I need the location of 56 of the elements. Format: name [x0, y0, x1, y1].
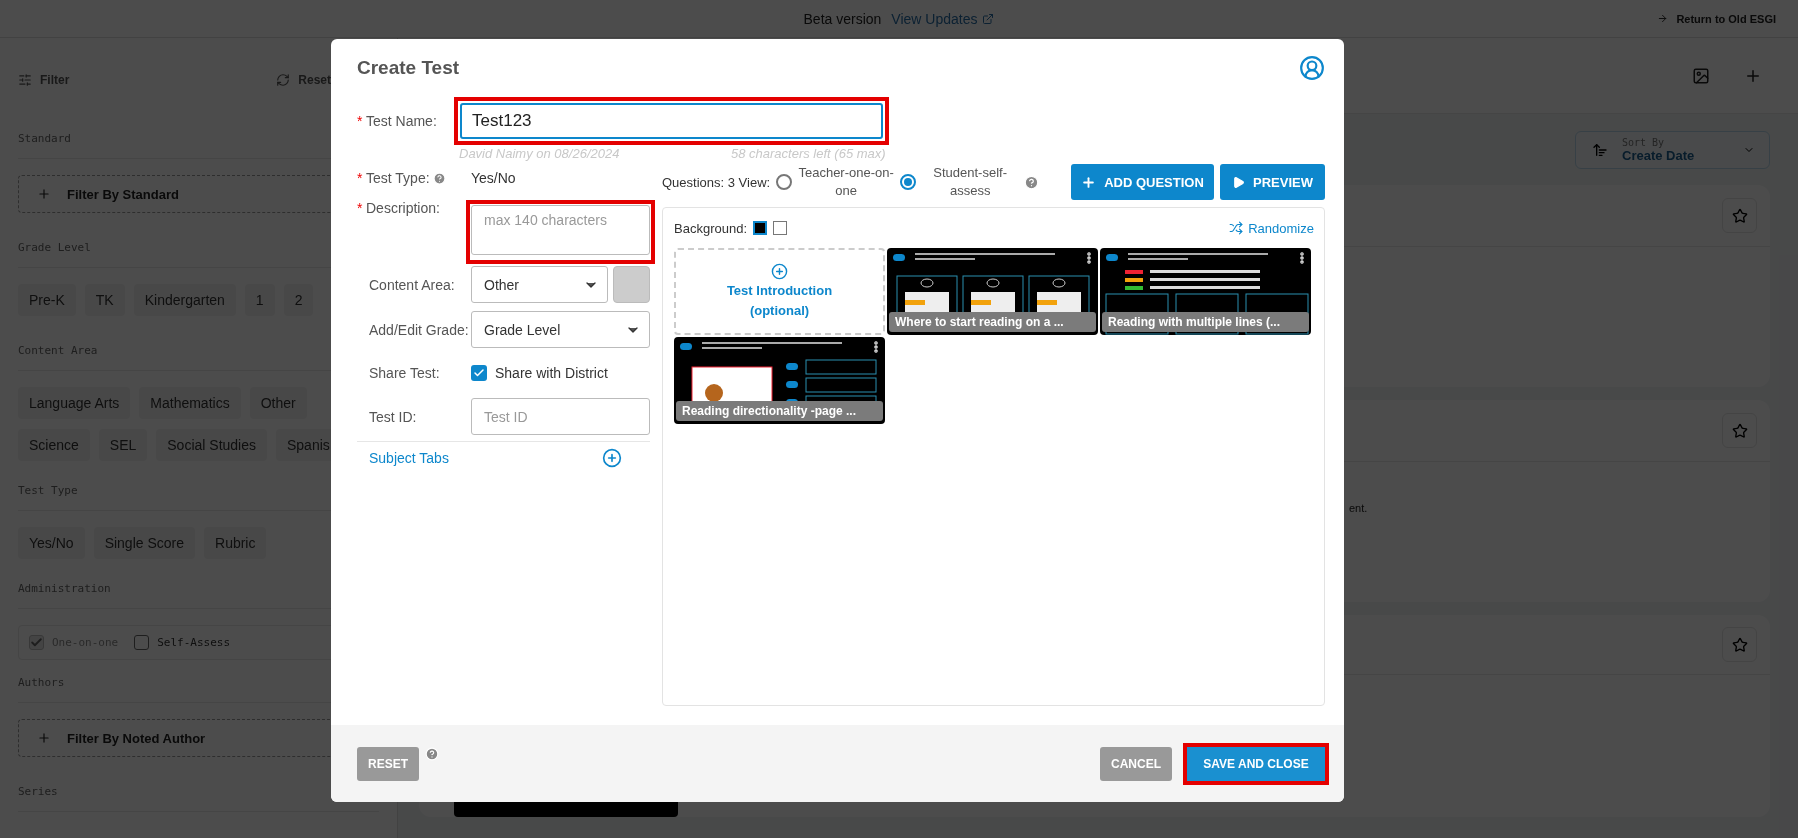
- dialog-title: Create Test: [357, 57, 460, 79]
- preview-button[interactable]: PREVIEW: [1220, 164, 1325, 200]
- questions-label: Questions: 3 View:: [662, 174, 771, 190]
- add-question-button[interactable]: ADD QUESTION: [1071, 164, 1214, 200]
- field-label: Description:: [366, 200, 440, 216]
- question-tile[interactable]: Where to start reading on a ...: [887, 248, 1098, 335]
- play-icon: [1232, 175, 1245, 189]
- help-icon[interactable]: [432, 171, 446, 185]
- checkbox-label: Share with District: [495, 365, 608, 381]
- plus-icon: [1081, 174, 1097, 190]
- help-icon[interactable]: [1024, 174, 1040, 190]
- background-label: Background:: [674, 220, 747, 236]
- question-tile[interactable]: Reading with multiple lines (...: [1100, 248, 1311, 335]
- test-introduction-button[interactable]: Test Introduction (optional): [674, 248, 885, 335]
- save-and-close-button[interactable]: SAVE AND CLOSE: [1187, 746, 1325, 781]
- field-label: Content Area:: [369, 276, 455, 293]
- add-subject-button[interactable]: [602, 448, 622, 468]
- description-field[interactable]: max 140 characters: [471, 205, 650, 255]
- randomize-link[interactable]: Randomize: [1229, 220, 1314, 236]
- radio-label: Student-self-assess: [932, 164, 1008, 200]
- reset-button[interactable]: RESET: [357, 746, 419, 781]
- grade-select[interactable]: Grade Level: [471, 311, 650, 348]
- radio-label: Teacher-one-on-one: [798, 164, 895, 200]
- beta-label: Beta version: [803, 10, 882, 27]
- field-label: Add/Edit Grade:: [369, 321, 469, 338]
- check-icon: [473, 367, 485, 379]
- test-id-field[interactable]: Test ID: [471, 398, 650, 435]
- test-name-field[interactable]: Test123: [460, 103, 883, 139]
- subject-tabs-link[interactable]: Subject Tabs: [369, 450, 449, 466]
- field-label: Test ID:: [369, 408, 417, 425]
- checkbox[interactable]: [471, 365, 487, 381]
- question-caption: Reading with multiple lines (...: [1102, 312, 1309, 332]
- user-icon[interactable]: [1299, 55, 1325, 81]
- background-swatch[interactable]: [753, 221, 767, 235]
- help-icon[interactable]: [425, 747, 439, 761]
- question-caption: Where to start reading on a ...: [889, 312, 1096, 332]
- checkbox-label: Self-Assess: [157, 636, 231, 649]
- field-label: Test Name:: [366, 113, 437, 129]
- required-asterisk: *: [357, 200, 364, 216]
- sort-value: Create Date: [1622, 148, 1696, 163]
- content-area-select[interactable]: Other: [471, 266, 608, 303]
- shuffle-icon: [1229, 221, 1244, 235]
- required-asterisk: *: [357, 113, 364, 129]
- radio-button[interactable]: [900, 174, 917, 190]
- card-text: ent.: [1349, 502, 1368, 514]
- color-swatch[interactable]: [613, 266, 650, 303]
- cancel-button[interactable]: CANCEL: [1100, 746, 1172, 781]
- background-swatch[interactable]: [773, 221, 787, 235]
- plus-circle-icon: [602, 448, 622, 468]
- field-value: Yes/No: [471, 170, 516, 186]
- radio-button[interactable]: [776, 174, 793, 190]
- question-tile[interactable]: Reading directionality -page ...: [674, 337, 885, 424]
- field-label: Test Type:: [366, 170, 430, 186]
- required-asterisk: *: [357, 170, 364, 186]
- question-caption: Reading directionality -page ...: [676, 401, 883, 421]
- plus-circle-icon: [771, 263, 788, 280]
